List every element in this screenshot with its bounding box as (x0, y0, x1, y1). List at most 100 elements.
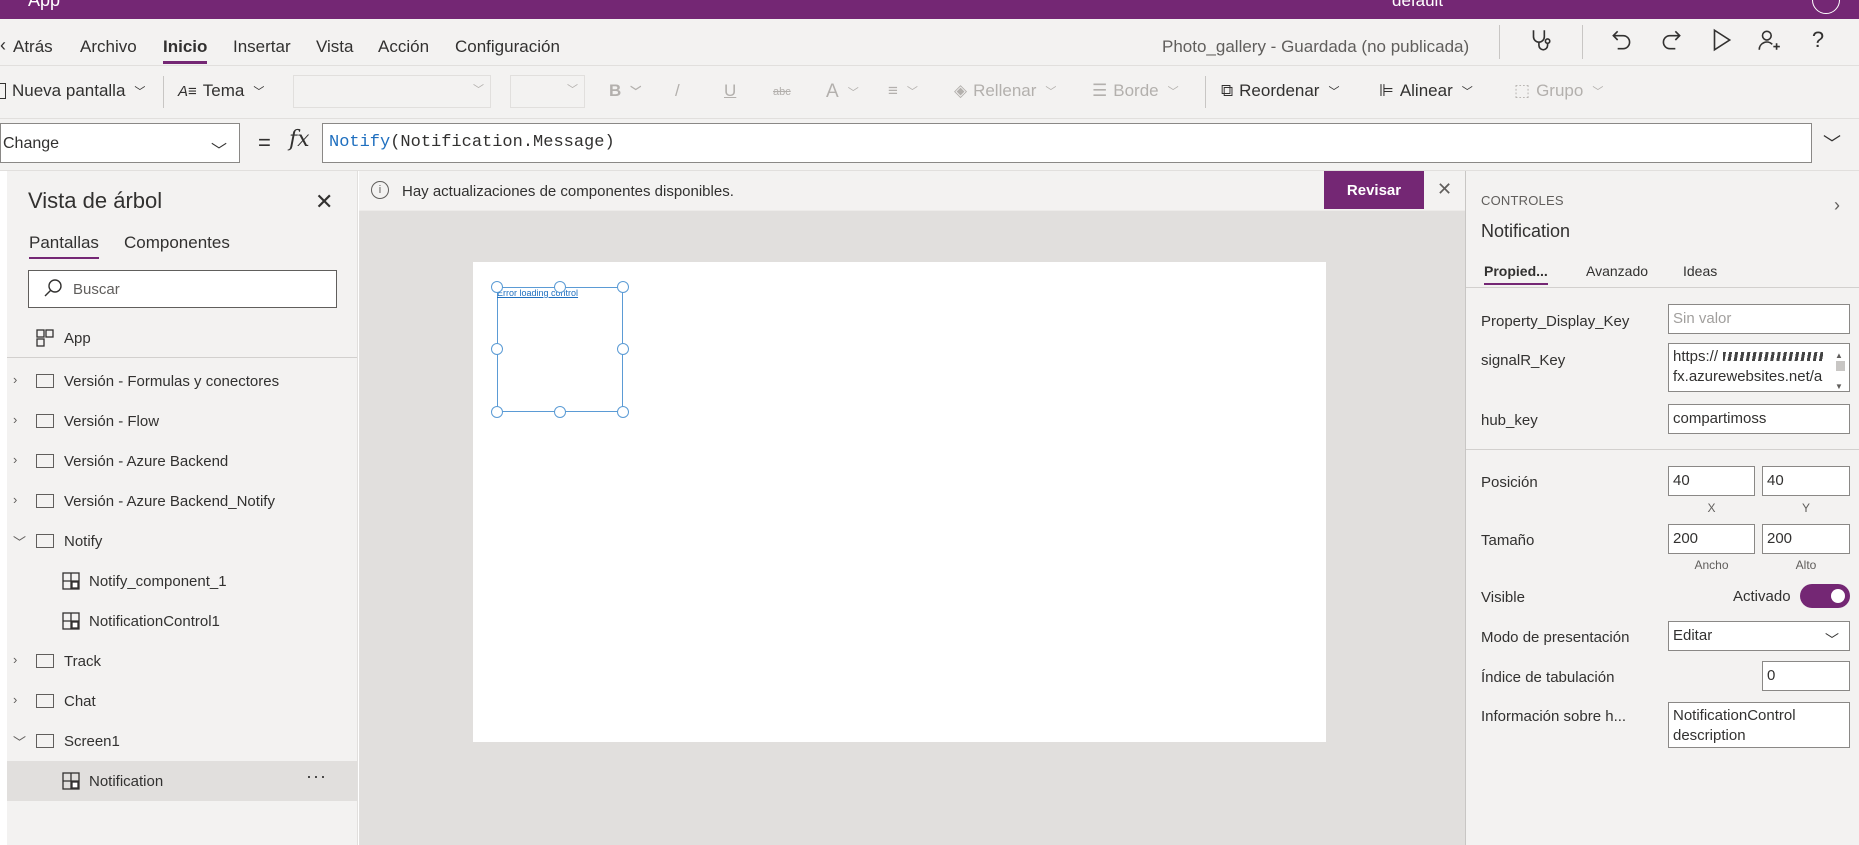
scroll-thumb (1836, 361, 1845, 371)
display-mode-select[interactable]: Editar ﹀ (1668, 621, 1850, 651)
chevron-right-icon[interactable]: › (13, 692, 17, 707)
tooltip-input[interactable]: NotificationControl description (1668, 702, 1850, 748)
redo-icon[interactable] (1656, 25, 1686, 55)
height-input[interactable]: 200 (1762, 524, 1850, 554)
resize-handle[interactable] (617, 406, 629, 418)
tree-item[interactable]: › Versión - Flow (7, 401, 357, 441)
equals-sign: = (258, 130, 271, 155)
width-sublabel: Ancho (1694, 558, 1729, 572)
chevron-down-icon[interactable]: ﹀ (13, 532, 26, 551)
chevron-down-icon[interactable]: ﹀ (13, 732, 26, 751)
tree-item[interactable]: ﹀ Screen1 (7, 721, 357, 761)
tree-item[interactable]: NotificationControl1 (7, 601, 357, 641)
visible-toggle[interactable] (1800, 584, 1850, 608)
user-avatar[interactable] (1812, 0, 1840, 14)
tree-view-panel: Vista de árbol ✕ Pantallas Componentes B… (7, 171, 358, 845)
resize-handle[interactable] (491, 281, 503, 293)
more-options-icon[interactable]: ··· (306, 766, 327, 787)
divider (163, 76, 164, 108)
menu-configuracion[interactable]: Configuración (455, 37, 560, 57)
formula-input[interactable]: Notify(Notification.Message) (322, 123, 1812, 163)
hub-key-label: hub_key (1481, 412, 1538, 429)
tree-item[interactable]: › Versión - Formulas y conectores (7, 361, 357, 401)
fill-button[interactable]: ◈ Rellenar ﹀ (954, 81, 1056, 101)
tab-pantallas[interactable]: Pantallas (29, 233, 99, 259)
menu-inicio[interactable]: Inicio (163, 37, 208, 64)
play-preview-icon[interactable] (1706, 25, 1736, 55)
tree-item[interactable]: › Versión - Azure Backend (7, 441, 357, 481)
menu-accion[interactable]: Acción (378, 37, 429, 57)
font-color-button[interactable]: A ﹀ (826, 81, 859, 103)
selected-control[interactable]: Error loading control (497, 287, 623, 412)
divider (7, 357, 357, 358)
tab-index-input[interactable]: 0 (1762, 661, 1850, 691)
property-display-key-input[interactable]: Sin valor (1668, 304, 1850, 334)
underline-button[interactable]: U (724, 81, 736, 101)
screen-icon (36, 454, 54, 468)
review-button[interactable]: Revisar (1324, 171, 1424, 209)
tree-search-input[interactable]: Buscar (28, 270, 337, 308)
error-loading-control: Error loading control (497, 288, 579, 298)
chevron-right-icon[interactable]: › (13, 652, 17, 667)
resize-handle[interactable] (554, 406, 566, 418)
property-selector[interactable]: Change ﹀ (0, 123, 240, 163)
resize-handle[interactable] (617, 343, 629, 355)
position-y-input[interactable]: 40 (1762, 466, 1850, 496)
screen-icon (36, 734, 54, 748)
tree-item-app[interactable]: App (7, 318, 357, 358)
italic-button[interactable]: / (675, 81, 680, 101)
align-button[interactable]: ⊫ Alinear ﹀ (1379, 81, 1473, 101)
menu-archivo[interactable]: Archivo (80, 37, 137, 57)
help-icon[interactable]: ? (1803, 25, 1833, 55)
scrollbar[interactable]: ▲ ▼ (1833, 346, 1847, 391)
hub-key-input[interactable]: compartimoss (1668, 404, 1850, 434)
signalr-key-input[interactable]: https:// fx.azurewebsites.net/a ▲ ▼ (1668, 343, 1850, 392)
tree-item[interactable]: › Track (7, 641, 357, 681)
font-family-select[interactable]: ﹀ (293, 75, 491, 108)
chevron-right-icon[interactable]: › (13, 372, 17, 387)
reorder-button[interactable]: ⧉ Reordenar ﹀ (1221, 81, 1339, 101)
chevron-right-icon[interactable]: › (13, 412, 17, 427)
new-screen-button[interactable]: Nueva pantalla ﹀ (0, 81, 145, 101)
banner-message: Hay actualizaciones de componentes dispo… (402, 183, 734, 200)
theme-button[interactable]: A≡ Tema ﹀ (178, 81, 264, 101)
font-size-select[interactable]: ﹀ (510, 75, 585, 108)
share-user-icon[interactable] (1754, 25, 1784, 55)
tree-item[interactable]: › Versión - Azure Backend_Notify (7, 481, 357, 521)
chevron-right-icon[interactable]: › (1834, 195, 1840, 216)
tree-item[interactable]: › Chat (7, 681, 357, 721)
tab-ideas[interactable]: Ideas (1683, 263, 1717, 279)
app-checker-stethoscope-icon[interactable] (1525, 25, 1555, 55)
resize-handle[interactable] (491, 343, 503, 355)
environment-name[interactable]: default (1392, 0, 1443, 11)
tab-propiedades[interactable]: Propied... (1484, 263, 1548, 285)
close-icon[interactable]: ✕ (1437, 179, 1452, 200)
tree-item[interactable]: ﹀ Notify (7, 521, 357, 561)
chevron-right-icon[interactable]: › (13, 452, 17, 467)
strikethrough-button[interactable]: abc (773, 86, 791, 98)
tab-componentes[interactable]: Componentes (124, 233, 230, 253)
position-x-input[interactable]: 40 (1668, 466, 1755, 496)
resize-handle[interactable] (554, 281, 566, 293)
menu-insertar[interactable]: Insertar (233, 37, 291, 57)
tree-item[interactable]: Notify_component_1 (7, 561, 357, 601)
width-input[interactable]: 200 (1668, 524, 1755, 554)
back-button[interactable]: Atrás (13, 37, 53, 57)
resize-handle[interactable] (617, 281, 629, 293)
resize-handle[interactable] (491, 406, 503, 418)
document-title: Photo_gallery - Guardada (no publicada) (1162, 37, 1470, 56)
tree-item[interactable]: Notification ··· (7, 761, 357, 801)
chevron-right-icon[interactable]: › (13, 492, 17, 507)
border-button[interactable]: ☰ Borde ﹀ (1092, 81, 1179, 101)
undo-icon[interactable] (1607, 25, 1637, 55)
tab-avanzado[interactable]: Avanzado (1586, 263, 1648, 279)
expand-formula-chevron-icon[interactable]: ﹀ (1823, 130, 1841, 156)
back-arrow-icon[interactable]: ‹ (0, 35, 6, 56)
close-icon[interactable]: ✕ (315, 189, 333, 215)
group-button[interactable]: ⬚ Grupo ﹀ (1514, 81, 1603, 101)
chevron-down-icon: ﹀ (1328, 86, 1340, 98)
bold-button[interactable]: B ﹀ (609, 81, 641, 101)
screen-icon (36, 414, 54, 428)
text-align-button[interactable]: ≡ ﹀ (888, 81, 918, 101)
menu-vista[interactable]: Vista (316, 37, 354, 57)
